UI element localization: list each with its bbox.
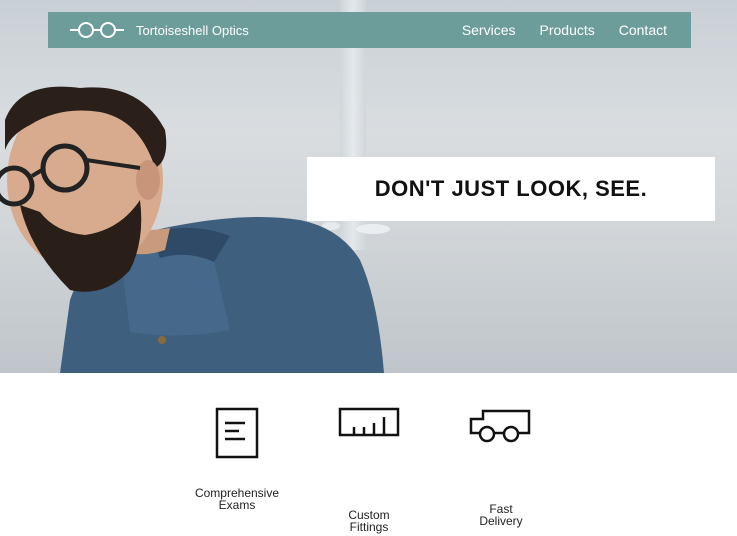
brand[interactable]: Tortoiseshell Optics bbox=[70, 20, 249, 40]
glasses-icon bbox=[70, 20, 124, 40]
hero-section: DON'T JUST LOOK, SEE. bbox=[0, 0, 737, 373]
tagline-box: DON'T JUST LOOK, SEE. bbox=[307, 157, 715, 221]
features-section: Comprehensive Exams Custom Fittings Fast… bbox=[0, 373, 737, 536]
feature-fittings: Custom Fittings bbox=[314, 407, 424, 533]
nav-services[interactable]: Services bbox=[462, 22, 516, 38]
feature-label: Fast Delivery bbox=[479, 502, 523, 528]
nav-contact[interactable]: Contact bbox=[619, 22, 667, 38]
feature-exams: Comprehensive Exams bbox=[182, 407, 292, 511]
navbar: Tortoiseshell Optics Services Products C… bbox=[48, 12, 691, 48]
feature-delivery: Fast Delivery bbox=[446, 407, 556, 527]
brand-name: Tortoiseshell Optics bbox=[136, 22, 249, 38]
nav-products[interactable]: Products bbox=[540, 22, 595, 38]
nav-links: Services Products Contact bbox=[462, 22, 667, 38]
truck-icon bbox=[469, 407, 533, 463]
hero-tagline: DON'T JUST LOOK, SEE. bbox=[374, 176, 648, 201]
document-icon bbox=[215, 407, 259, 463]
ruler-icon bbox=[338, 407, 400, 463]
feature-label: Custom Fittings bbox=[348, 508, 390, 534]
feature-label: Comprehensive Exams bbox=[194, 486, 280, 512]
